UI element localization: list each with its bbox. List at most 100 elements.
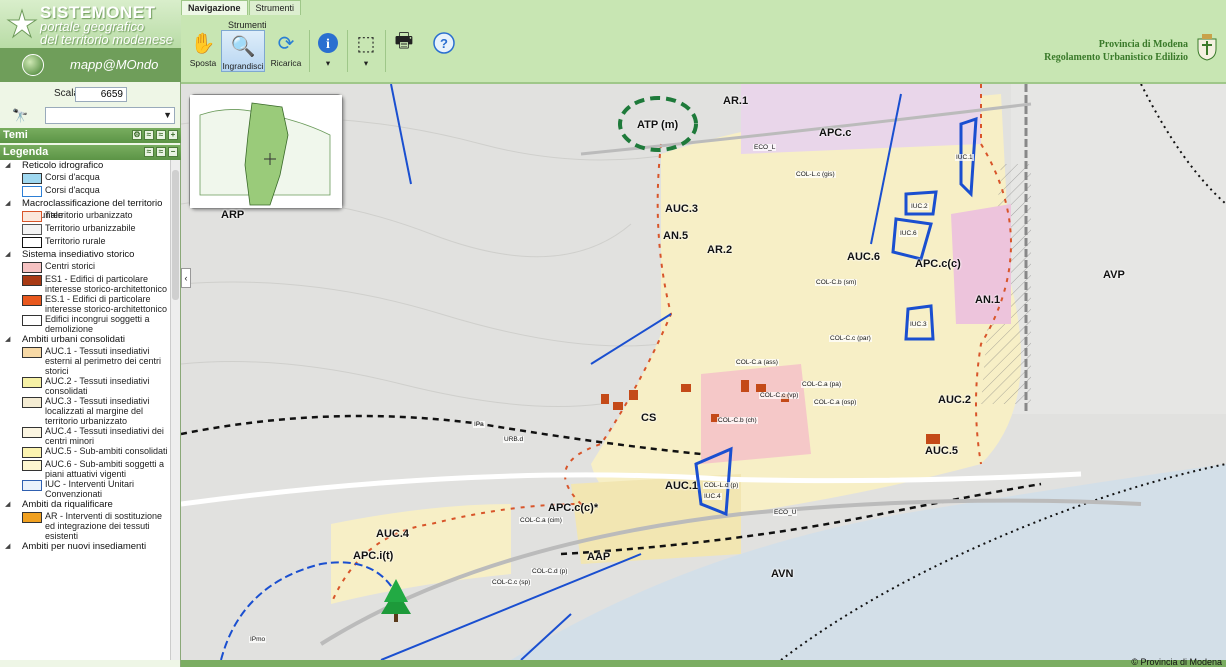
footer: © Provincia di Modena xyxy=(181,657,1226,667)
legend-label: AUC.6 - Sub-ambiti soggetti a piani attu… xyxy=(45,459,165,479)
map-small-iuc6: IUC.6 xyxy=(899,230,918,237)
legend-swatch xyxy=(22,512,42,523)
legend-list: Reticolo idrograficoCorsi d'acquaCorsi d… xyxy=(0,160,170,660)
map-view[interactable]: ‹ AR.1 ATP (m) APC.c ARP AUC.3 AN.5 AR.2… xyxy=(181,84,1226,660)
legend-group-heading[interactable]: Macroclassificazione del territorio comu… xyxy=(0,198,170,221)
legend-swatch xyxy=(22,186,42,197)
collapse-all-icon[interactable]: ≈ xyxy=(156,130,166,140)
map-label-auc2: AUC.2 xyxy=(938,394,972,406)
star-logo-icon xyxy=(6,8,38,39)
legend-group-heading[interactable]: Sistema insediativo storico xyxy=(0,249,170,261)
legend-item: IUC - Interventi Unitari Convenzionati xyxy=(0,479,170,499)
map-label-atp: ATP (m) xyxy=(637,119,679,131)
legend-item: Tterritorio urbanizzato xyxy=(0,210,170,223)
binoculars-icon[interactable]: 🔭 xyxy=(12,108,28,124)
brand-subtitle-2: del territorio modenese xyxy=(40,32,173,47)
chevron-down-icon: ▾ xyxy=(363,58,369,68)
tab-navigazione[interactable]: Navigazione xyxy=(181,0,248,15)
legend-swatch xyxy=(22,315,42,326)
refresh-button[interactable]: ⟳ Ricarica xyxy=(269,30,303,69)
legend-swatch xyxy=(22,295,42,306)
legend-item: AUC.1 - Tessuti insediativi esterni al p… xyxy=(0,346,170,376)
search-row: 🔭 ▼ xyxy=(0,106,181,126)
hand-icon: ✋ xyxy=(190,32,216,55)
expand-all-icon[interactable]: ≈ xyxy=(144,147,154,157)
gear-icon[interactable]: ⚙ xyxy=(132,130,142,140)
app-name: mapp@MOndo xyxy=(70,57,159,72)
minus-icon[interactable]: − xyxy=(168,147,178,157)
plus-icon[interactable]: + xyxy=(168,130,178,140)
map-label-apccc: APC.c(c) xyxy=(915,258,961,270)
svg-text:?: ? xyxy=(440,36,448,51)
expand-all-icon[interactable]: ≈ xyxy=(144,130,154,140)
brand-header: SISTEMONET portale geografico del territ… xyxy=(0,0,181,48)
legend-scrollbar[interactable] xyxy=(170,160,180,660)
map-label-apccc2: APC.c(c)* xyxy=(548,502,599,514)
map-label-apcc: APC.c xyxy=(819,127,852,139)
provincia-title: Provincia di Modena Regolamento Urbanist… xyxy=(1044,38,1188,64)
scale-input[interactable] xyxy=(75,87,127,102)
zoom-in-button[interactable]: 🔍 Ingrandisci xyxy=(221,30,265,72)
print-button[interactable]: 🖶 xyxy=(391,30,417,58)
legend-group-heading[interactable]: Ambiti urbani consolidati xyxy=(0,334,170,346)
map-small-ecou: ECO_U xyxy=(773,509,798,516)
map-label-auc6: AUC.6 xyxy=(847,251,881,263)
map-small-iuc1: IUC.1 xyxy=(955,154,974,161)
legend-swatch xyxy=(22,377,42,388)
legend-item: Centri storici xyxy=(0,261,170,274)
map-small-colosp: COL-C.a (osp) xyxy=(813,399,858,406)
legend-item: AR - Interventi di sostituzione ed integ… xyxy=(0,511,170,541)
legend-swatch xyxy=(22,397,42,408)
legend-item: AUC.2 - Tessuti insediativi consolidati xyxy=(0,376,170,396)
overview-map[interactable] xyxy=(189,94,343,209)
app-name-bar: mapp@MOndo xyxy=(0,48,181,82)
map-small-iuc4: IUC.4 xyxy=(703,493,722,500)
help-icon: ? xyxy=(431,30,457,56)
legend-item: ES1 - Edifici di particolare interesse s… xyxy=(0,274,170,294)
collapse-all-icon[interactable]: ≈ xyxy=(156,147,166,157)
help-button[interactable]: ? xyxy=(431,30,457,58)
map-small-ipmo: IPmo xyxy=(249,636,267,643)
legend-swatch xyxy=(22,480,42,491)
magnifier-plus-icon: 🔍 xyxy=(230,35,256,58)
map-small-colch: COL-C.b (ch) xyxy=(717,417,758,424)
info-button[interactable]: i ▾ xyxy=(315,30,341,69)
map-small-col-l: ECO_L xyxy=(753,144,777,151)
legend-label: Tterritorio urbanizzato xyxy=(45,210,133,220)
legend-group-heading[interactable]: Ambiti per nuovi insediamenti xyxy=(0,541,170,553)
map-small-ipa: IPa xyxy=(473,421,485,428)
legend-item: Territorio urbanizzabile xyxy=(0,223,170,236)
legenda-title: Legenda xyxy=(3,146,49,158)
legend-label: Territorio urbanizzabile xyxy=(45,223,136,233)
legend-item: Territorio rurale xyxy=(0,236,170,249)
zone-avp xyxy=(1011,84,1226,414)
temi-title: Temi xyxy=(3,129,28,141)
refresh-label: Ricarica xyxy=(270,58,302,68)
legend-swatch xyxy=(22,347,42,358)
tab-strumenti[interactable]: Strumenti xyxy=(248,0,302,15)
overview-canvas xyxy=(190,95,342,208)
copyright: © Provincia di Modena xyxy=(1131,657,1222,667)
collapse-panel-button[interactable]: ‹ xyxy=(181,268,191,288)
search-select[interactable]: ▼ xyxy=(45,107,175,124)
legend-label: AUC.1 - Tessuti insediativi esterni al p… xyxy=(45,346,162,376)
legend-label: Corsi d'acqua xyxy=(45,185,100,195)
legend-label: Edifici incongrui soggetti a demolizione xyxy=(45,314,150,334)
zoom-in-label: Ingrandisci xyxy=(222,61,264,71)
legenda-panel-header[interactable]: Legenda ≈ ≈ − xyxy=(0,145,181,160)
toolbar-tabs: Navigazione Strumenti xyxy=(181,0,302,15)
map-small-colsp: COL-C.c (sp) xyxy=(491,579,532,586)
legend-item: Corsi d'acqua xyxy=(0,185,170,198)
chevron-down-icon: ▾ xyxy=(325,58,331,68)
pan-button[interactable]: ✋ Sposta xyxy=(189,30,217,69)
legend-item: AUC.3 - Tessuti insediativi localizzati … xyxy=(0,396,170,426)
legend-swatch xyxy=(22,173,42,184)
select-button[interactable]: ⬚ ▾ xyxy=(353,30,379,69)
provincia-line-1: Provincia di Modena xyxy=(1098,39,1188,50)
legend-group-heading[interactable]: Ambiti da riqualificare xyxy=(0,499,170,511)
tool-group-label: Strumenti xyxy=(228,20,267,30)
map-small-colg: COL-L.c (gis) xyxy=(795,171,836,178)
temi-panel-header[interactable]: Temi ⚙ ≈ ≈ + xyxy=(0,128,181,143)
legend-group-heading[interactable]: Reticolo idrografico xyxy=(0,160,170,172)
map-small-colvp: COL-C.c (vp) xyxy=(759,392,800,399)
